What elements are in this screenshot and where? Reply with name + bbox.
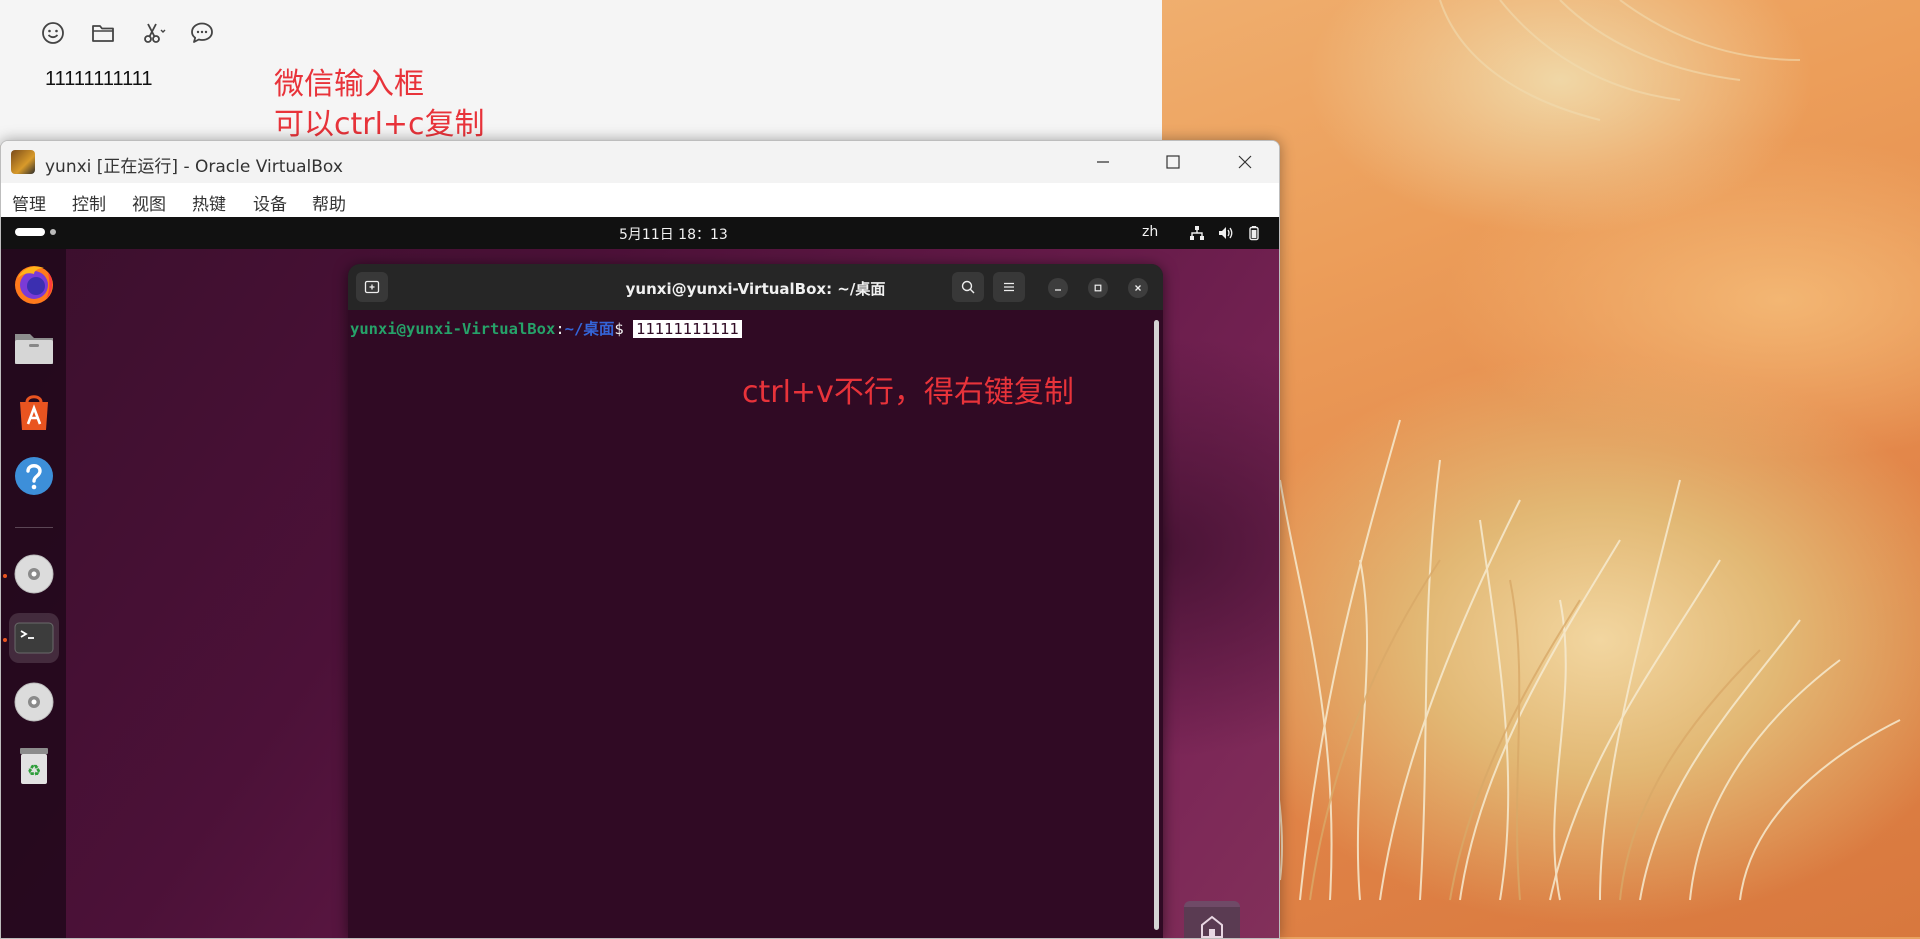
virtualbox-menubar: 管理 控制 视图 热键 设备 帮助: [1, 183, 1279, 217]
wechat-annotation-line1: 微信输入框: [274, 67, 424, 102]
terminal-window[interactable]: yunxi@yunxi-VirtualBox: ~/桌面 yunxi@yunxi…: [348, 264, 1163, 938]
close-icon: [1135, 285, 1141, 291]
menu-hotkeys[interactable]: 热键: [192, 190, 226, 215]
pasted-text: 11111111111: [633, 320, 742, 338]
terminal-annotation: ctrl+v不行，得右键复制: [742, 375, 1074, 410]
wechat-input-window: 11111111111 微信输入框 可以ctrl+c复制: [0, 0, 1162, 146]
window-title: yunxi [正在运行] - Oracle VirtualBox: [45, 157, 343, 177]
firefox-icon[interactable]: [9, 259, 59, 309]
virtualbox-app-icon: [11, 150, 35, 174]
terminal-close-button[interactable]: [1128, 278, 1148, 298]
home-folder-icon[interactable]: [1184, 901, 1240, 938]
ubuntu-dock: ♻: [1, 249, 66, 938]
workspace-indicator: [50, 229, 56, 235]
menu-devices[interactable]: 设备: [253, 190, 287, 215]
wechat-input-text[interactable]: 11111111111: [45, 68, 153, 91]
running-indicator: [3, 638, 7, 642]
clock[interactable]: 5月11日 18：13: [619, 224, 728, 244]
activities-button[interactable]: [15, 228, 45, 236]
volume-icon[interactable]: [1218, 225, 1234, 241]
prompt-dollar: $: [614, 320, 633, 338]
close-button[interactable]: [1223, 147, 1267, 177]
input-method-indicator[interactable]: zh: [1142, 224, 1158, 240]
maximize-button[interactable]: [1151, 147, 1195, 177]
prompt-path: ~/桌面: [564, 320, 615, 338]
svg-text:♻: ♻: [27, 761, 41, 780]
help-icon[interactable]: [9, 451, 59, 501]
search-icon: [961, 280, 975, 294]
running-indicator: [3, 574, 7, 578]
terminal-minimize-button[interactable]: [1048, 278, 1068, 298]
minimize-button[interactable]: [1081, 147, 1125, 177]
virtualbox-titlebar[interactable]: yunxi [正在运行] - Oracle VirtualBox: [1, 141, 1279, 183]
guest-screen[interactable]: 5月11日 18：13 zh ♻ yunxi@yunxi-VirtualBox:…: [1, 217, 1279, 938]
search-button[interactable]: [952, 272, 984, 302]
virtualbox-window: yunxi [正在运行] - Oracle VirtualBox 管理 控制 视…: [0, 140, 1280, 939]
files-icon[interactable]: [9, 323, 59, 373]
scissors-icon[interactable]: [138, 18, 168, 48]
folder-icon[interactable]: [88, 18, 118, 48]
disc-icon[interactable]: [9, 677, 59, 727]
app-center-icon[interactable]: [9, 387, 59, 437]
minimize-icon: [1055, 289, 1061, 291]
chat-bubble-icon[interactable]: [187, 18, 217, 48]
menu-button[interactable]: [993, 272, 1025, 302]
network-icon[interactable]: [1189, 225, 1205, 241]
close-icon: [1238, 155, 1252, 169]
terminal-maximize-button[interactable]: [1088, 278, 1108, 298]
home-icon: [1201, 915, 1223, 938]
ubuntu-top-bar: 5月11日 18：13 zh: [1, 217, 1279, 249]
hamburger-icon: [1004, 282, 1014, 292]
menu-manage[interactable]: 管理: [12, 190, 46, 215]
terminal-title: yunxi@yunxi-VirtualBox: ~/桌面: [625, 280, 886, 298]
terminal-headerbar[interactable]: yunxi@yunxi-VirtualBox: ~/桌面: [348, 264, 1163, 310]
terminal-prompt-line: yunxi@yunxi-VirtualBox:~/桌面$ 11111111111: [350, 317, 742, 339]
terminal-scrollbar[interactable]: [1154, 320, 1159, 930]
disc-icon[interactable]: [9, 549, 59, 599]
maximize-icon: [1166, 155, 1180, 169]
emoji-icon[interactable]: [38, 18, 68, 48]
maximize-icon: [1094, 284, 1102, 292]
terminal-body[interactable]: yunxi@yunxi-VirtualBox:~/桌面$ 11111111111…: [348, 310, 1163, 938]
menu-help[interactable]: 帮助: [312, 190, 346, 215]
trash-icon[interactable]: ♻: [9, 741, 59, 791]
prompt-user: yunxi@yunxi-VirtualBox: [350, 320, 556, 338]
terminal-icon[interactable]: [9, 613, 59, 663]
prompt-colon: :: [555, 320, 565, 338]
minimize-icon: [1097, 161, 1109, 163]
battery-icon[interactable]: [1246, 225, 1262, 241]
menu-view[interactable]: 视图: [132, 190, 166, 215]
dock-separator: [15, 527, 53, 528]
menu-control[interactable]: 控制: [72, 190, 106, 215]
